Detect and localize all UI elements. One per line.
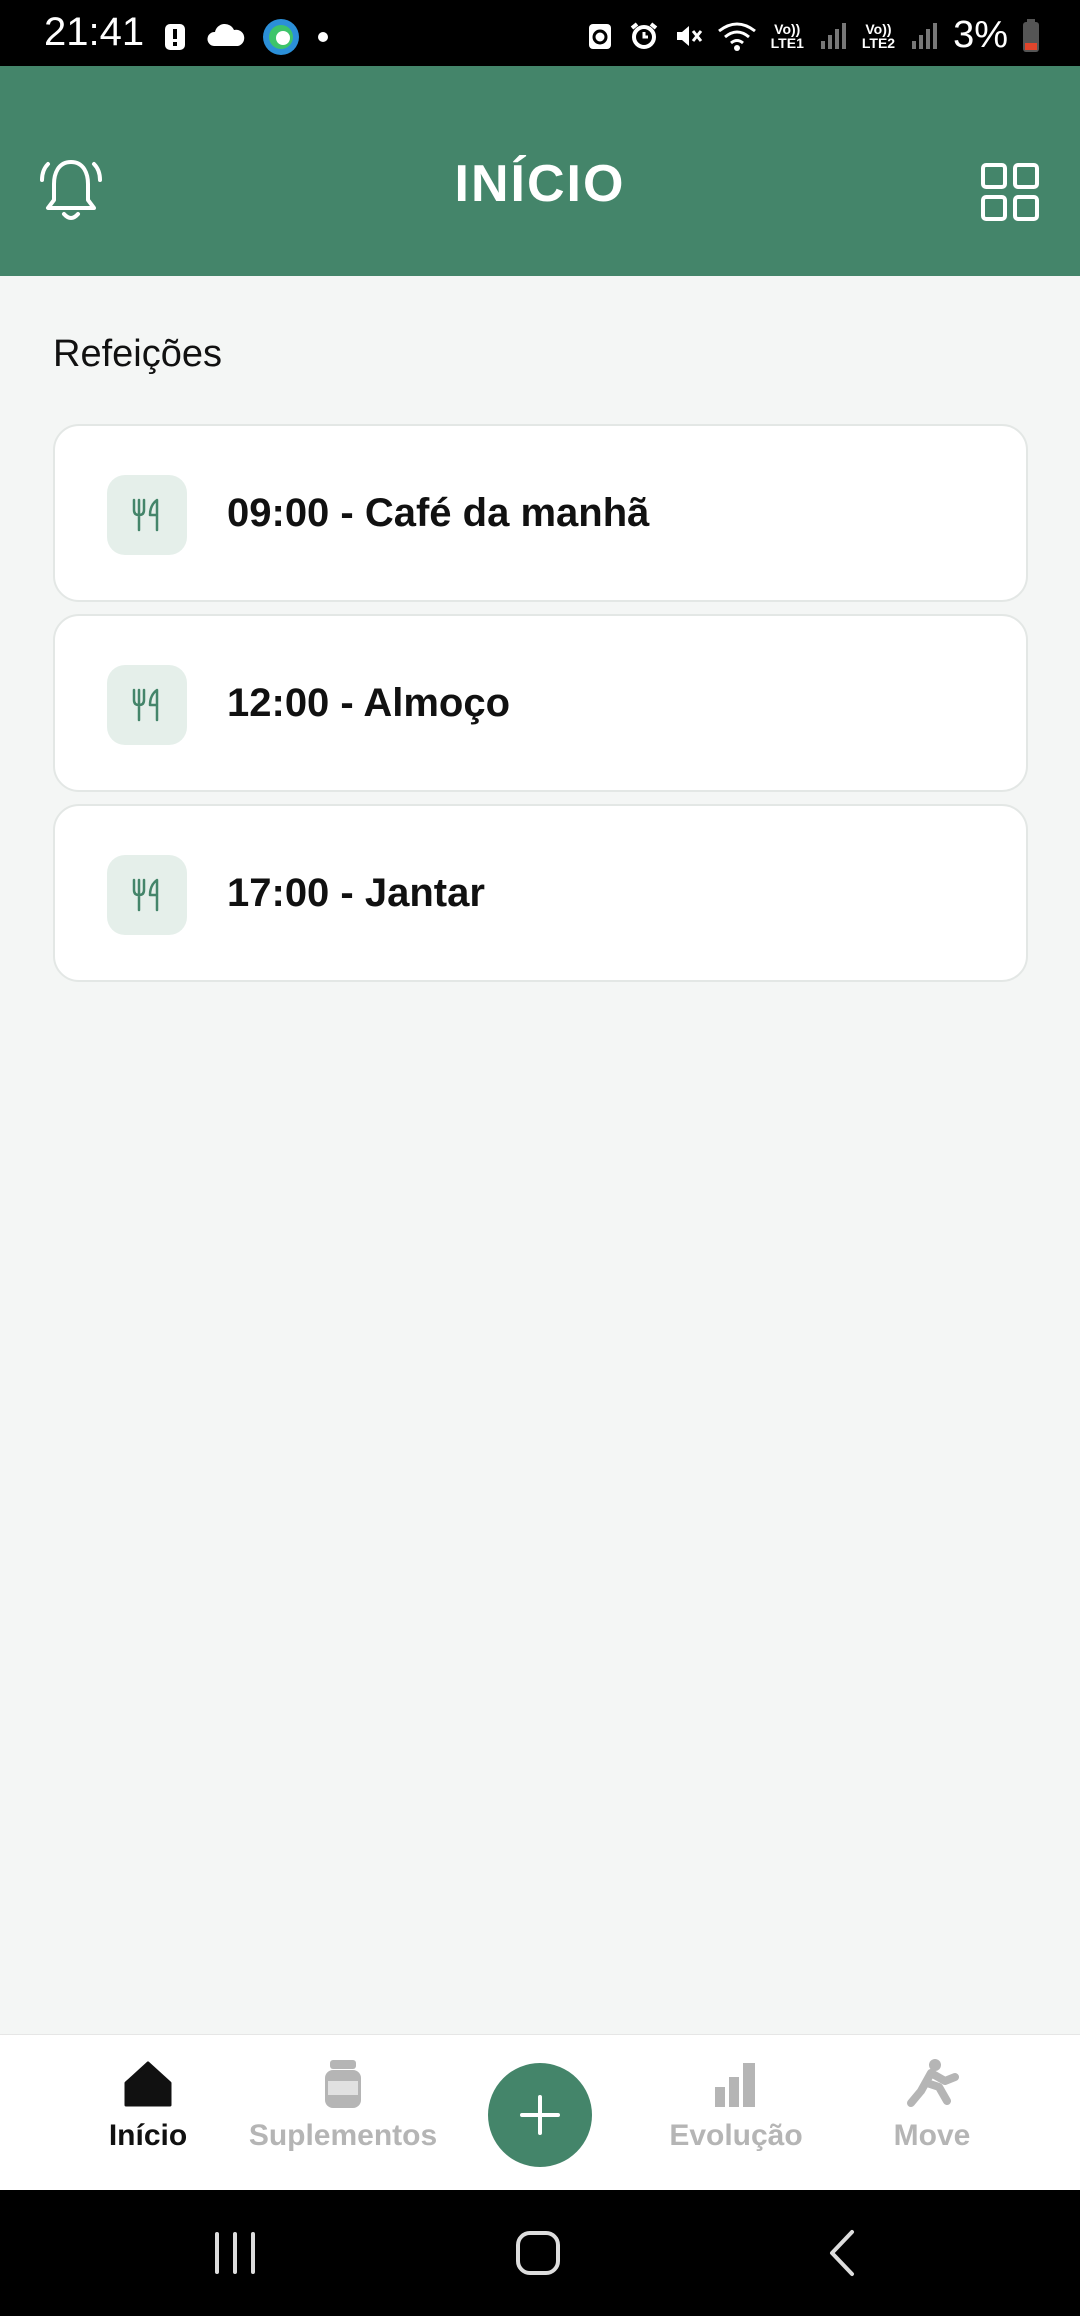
status-time: 21:41 (44, 10, 145, 54)
meal-label: 09:00 - Café da manhã (227, 490, 650, 535)
meal-label: 17:00 - Jantar (227, 870, 485, 915)
nav-label: Evolução (669, 2119, 803, 2152)
meal-icon-container (107, 665, 187, 745)
battery-icon (1023, 18, 1039, 52)
nav-item-move[interactable]: Move (832, 2057, 1032, 2153)
home-icon (124, 2061, 172, 2107)
home-circle-icon[interactable] (503, 2220, 573, 2286)
dot-icon (318, 32, 328, 42)
meal-card[interactable]: 09:00 - Café da manhã (53, 424, 1028, 602)
volte-sim2-indicator: Vo)) LTE2 (861, 20, 896, 51)
meal-icon-container (107, 855, 187, 935)
bottom-navigation: Início Suplementos Evolução Move (0, 2034, 1080, 2190)
app-header: INÍCIO (0, 66, 1080, 276)
section-title-meals: Refeições (53, 333, 222, 375)
grid-icon[interactable] (980, 162, 1040, 222)
cloud-icon (207, 23, 245, 46)
volte-sim1-indicator: Vo)) LTE1 (770, 20, 804, 51)
lock-sync-icon (588, 23, 611, 49)
fork-knife-icon (132, 688, 159, 722)
status-bar: 21:41 Vo)) LTE1 Vo)) LTE2 3% (0, 0, 1080, 66)
signal-strength-icon (820, 22, 846, 49)
alarm-icon (630, 21, 657, 49)
nav-item-evolucao[interactable]: Evolução (636, 2057, 836, 2153)
nav-item-suplementos[interactable]: Suplementos (243, 2057, 443, 2153)
page-title: INÍCIO (454, 155, 626, 213)
mute-icon (676, 25, 702, 46)
meal-label: 12:00 - Almoço (227, 680, 511, 725)
nav-label: Move (893, 2119, 971, 2152)
meal-card[interactable]: 12:00 - Almoço (53, 614, 1028, 792)
nav-label: Início (108, 2119, 188, 2152)
meal-icon-container (107, 475, 187, 555)
plus-icon (520, 2095, 560, 2135)
signal-strength-icon (912, 22, 938, 49)
fork-knife-icon (132, 498, 159, 532)
system-navigation-bar (0, 2190, 1080, 2316)
recents-icon[interactable] (200, 2220, 270, 2286)
nav-item-inicio[interactable]: Início (48, 2057, 248, 2153)
meal-card[interactable]: 17:00 - Jantar (53, 804, 1028, 982)
battery-percent: 3% (953, 14, 1008, 56)
running-person-icon (907, 2059, 959, 2107)
fork-knife-icon (132, 878, 159, 912)
edge-browser-icon (263, 19, 299, 55)
status-system-icons: Vo)) LTE1 Vo)) LTE2 3% (585, 14, 1040, 57)
supplement-jar-icon (325, 2060, 361, 2108)
nav-label: Suplementos (248, 2119, 438, 2152)
add-button[interactable] (488, 2063, 592, 2167)
back-icon[interactable] (808, 2220, 878, 2286)
alert-notification-icon (165, 24, 185, 50)
bar-chart-icon (715, 2063, 755, 2107)
status-notification-icons (160, 18, 330, 56)
wifi-icon (717, 22, 756, 51)
